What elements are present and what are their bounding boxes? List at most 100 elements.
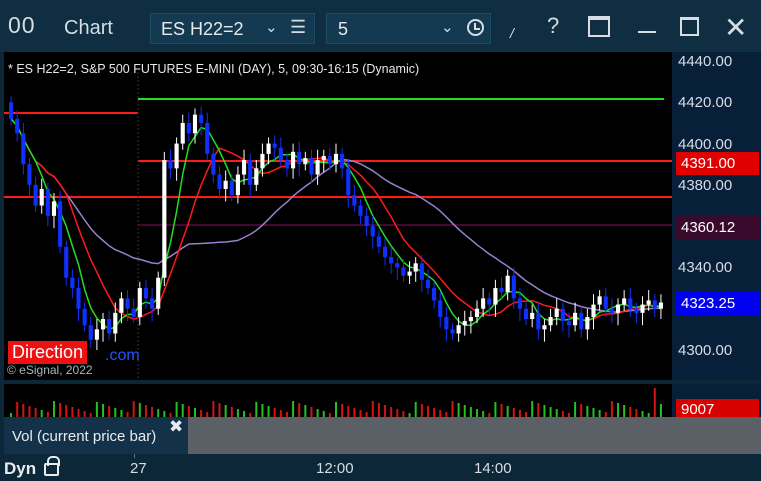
close-study-icon[interactable]: ✖ bbox=[169, 417, 183, 437]
candle-body[interactable] bbox=[327, 155, 332, 165]
candle-body[interactable] bbox=[107, 319, 112, 334]
symbol-selector[interactable]: ES H22=2 ⌄ ☰ bbox=[150, 13, 315, 44]
candle-body[interactable] bbox=[229, 180, 234, 196]
candle-body[interactable] bbox=[609, 308, 614, 313]
candle-body[interactable] bbox=[585, 316, 590, 330]
candle-body[interactable] bbox=[566, 321, 572, 326]
candle-body[interactable] bbox=[634, 308, 639, 313]
candle-body[interactable] bbox=[51, 201, 57, 216]
candle-body[interactable] bbox=[370, 226, 375, 237]
candle-body[interactable] bbox=[536, 312, 541, 330]
candle-body[interactable] bbox=[652, 300, 657, 309]
interval-value[interactable]: 5 bbox=[338, 19, 348, 40]
candle-body[interactable] bbox=[499, 288, 504, 293]
candle-body[interactable] bbox=[33, 184, 38, 206]
candle-body[interactable] bbox=[131, 308, 136, 317]
candle-body[interactable] bbox=[517, 298, 522, 309]
candle-body[interactable] bbox=[248, 160, 253, 185]
candle-body[interactable] bbox=[199, 114, 204, 123]
candle-body[interactable] bbox=[603, 296, 608, 309]
candle-body[interactable] bbox=[260, 153, 265, 169]
candle-body[interactable] bbox=[315, 160, 320, 175]
candle-body[interactable] bbox=[615, 304, 621, 313]
list-icon[interactable]: ☰ bbox=[290, 17, 306, 38]
candle-body[interactable] bbox=[530, 312, 535, 320]
candle-body[interactable] bbox=[217, 174, 222, 189]
candle-body[interactable] bbox=[137, 288, 142, 317]
candle-body[interactable] bbox=[150, 298, 155, 309]
candle-body[interactable] bbox=[364, 215, 369, 227]
help-icon[interactable]: ? bbox=[547, 13, 559, 39]
candle-body[interactable] bbox=[9, 102, 14, 119]
candle-body[interactable] bbox=[266, 143, 271, 154]
candle-body[interactable] bbox=[241, 160, 247, 175]
symbol-value[interactable]: ES H22=2 bbox=[161, 19, 244, 40]
candle-body[interactable] bbox=[395, 263, 400, 268]
candle-body[interactable] bbox=[579, 312, 584, 330]
candle-body[interactable] bbox=[554, 308, 559, 317]
candle-body[interactable] bbox=[346, 168, 351, 196]
candle-body[interactable] bbox=[573, 312, 578, 326]
candle-body[interactable] bbox=[27, 164, 32, 185]
candle-body[interactable] bbox=[174, 143, 179, 169]
candle-body[interactable] bbox=[493, 288, 498, 305]
candle-body[interactable] bbox=[462, 321, 467, 326]
candle-body[interactable] bbox=[284, 160, 290, 169]
candle-body[interactable] bbox=[481, 298, 486, 309]
volume-legend[interactable]: Vol (current price bar) ✖ bbox=[4, 417, 188, 454]
candle-body[interactable] bbox=[70, 277, 75, 289]
candle-body[interactable] bbox=[156, 277, 161, 309]
candle-body[interactable] bbox=[560, 308, 565, 322]
candle-body[interactable] bbox=[487, 298, 492, 305]
candle-body[interactable] bbox=[523, 308, 529, 320]
candle-body[interactable] bbox=[407, 271, 412, 276]
candle-body[interactable] bbox=[39, 188, 44, 206]
candle-body[interactable] bbox=[180, 122, 185, 144]
candle-body[interactable] bbox=[143, 288, 149, 299]
minimize-icon[interactable] bbox=[638, 31, 656, 33]
candle-body[interactable] bbox=[88, 325, 93, 340]
candle-body[interactable] bbox=[456, 325, 461, 334]
candle-body[interactable] bbox=[235, 174, 240, 196]
time-axis[interactable]: Dyn 27 12:00 14:00 bbox=[0, 454, 761, 481]
candle-body[interactable] bbox=[591, 304, 596, 317]
price-axis[interactable]: 4440.00 4420.00 4400.00 4380.00 4340.00 … bbox=[672, 52, 761, 380]
price-chart[interactable] bbox=[4, 52, 672, 380]
chevron-down-icon[interactable]: ⌄ bbox=[441, 18, 454, 36]
candle-body[interactable] bbox=[303, 158, 308, 165]
candle-body[interactable] bbox=[297, 151, 302, 165]
chevron-down-icon[interactable]: ⌄ bbox=[265, 18, 278, 36]
candle-body[interactable] bbox=[113, 312, 118, 334]
candle-body[interactable] bbox=[425, 279, 431, 289]
candle-body[interactable] bbox=[340, 153, 345, 169]
volume-pane[interactable] bbox=[4, 384, 672, 417]
candle-body[interactable] bbox=[58, 201, 63, 247]
volume-chart[interactable] bbox=[4, 384, 672, 417]
candle-body[interactable] bbox=[223, 180, 228, 189]
interval-selector[interactable]: 5 ⌄ bbox=[326, 13, 491, 44]
candle-body[interactable] bbox=[511, 275, 516, 299]
candle-body[interactable] bbox=[401, 267, 406, 276]
candle-body[interactable] bbox=[82, 308, 87, 326]
candle-body[interactable] bbox=[192, 114, 198, 134]
candle-body[interactable] bbox=[628, 298, 633, 309]
candle-body[interactable] bbox=[548, 316, 553, 326]
price-chart-pane[interactable]: * ES H22=2, S&P 500 FUTURES E-MINI (DAY)… bbox=[4, 52, 672, 380]
candle-body[interactable] bbox=[254, 168, 259, 185]
candle-body[interactable] bbox=[168, 160, 173, 169]
candle-body[interactable] bbox=[186, 122, 191, 134]
candle-body[interactable] bbox=[444, 316, 449, 330]
candle-body[interactable] bbox=[658, 302, 663, 309]
candle-body[interactable] bbox=[45, 188, 50, 216]
candle-body[interactable] bbox=[352, 195, 357, 206]
candle-body[interactable] bbox=[100, 319, 106, 330]
candle-body[interactable] bbox=[450, 329, 455, 334]
candle-body[interactable] bbox=[272, 143, 277, 148]
draw-icon[interactable]: / bbox=[510, 25, 514, 41]
candle-body[interactable] bbox=[64, 246, 69, 278]
lock-icon[interactable] bbox=[44, 456, 60, 476]
candle-body[interactable] bbox=[389, 257, 394, 264]
candle-body[interactable] bbox=[376, 236, 381, 247]
candle-body[interactable] bbox=[21, 133, 26, 165]
candle-body[interactable] bbox=[358, 205, 363, 216]
